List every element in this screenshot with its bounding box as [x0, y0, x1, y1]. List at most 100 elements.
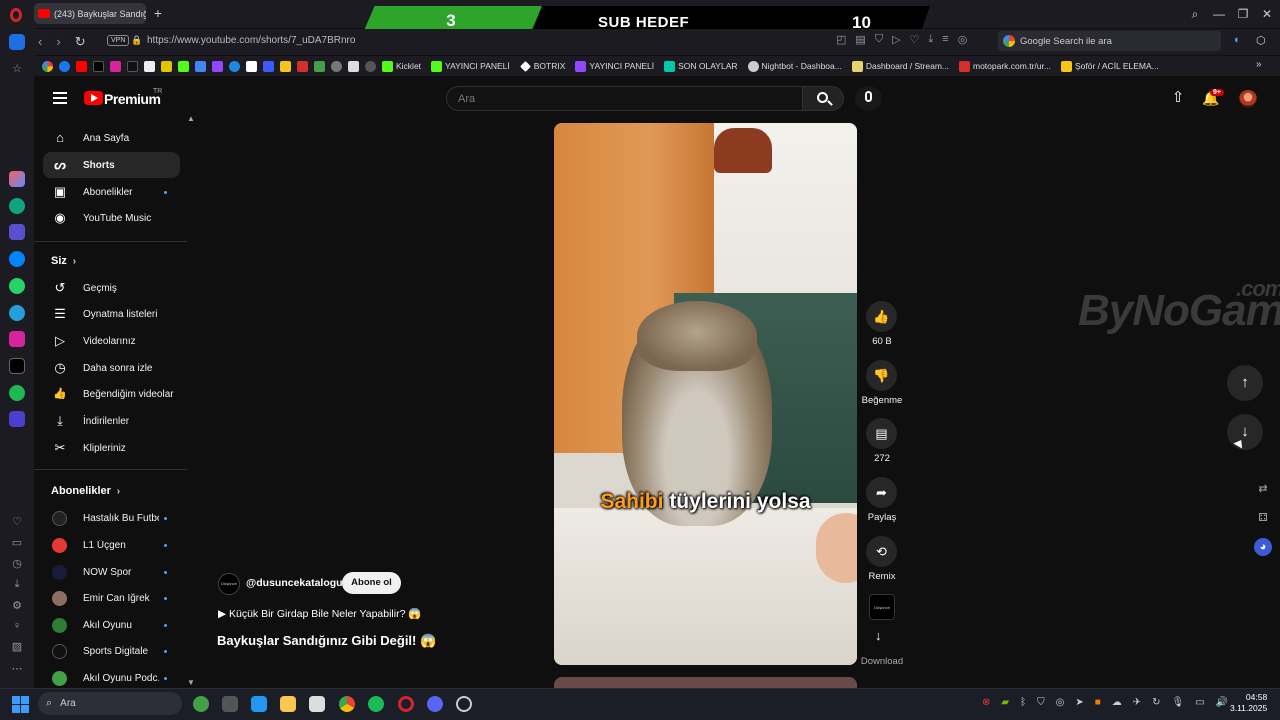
upload-icon[interactable]: ⇧: [1170, 90, 1186, 106]
opera-logo-icon[interactable]: [10, 8, 22, 22]
youtube-bookmark-icon[interactable]: [76, 60, 87, 72]
tray-steam-icon[interactable]: ◎: [1056, 697, 1065, 708]
tray-cloud-icon[interactable]: ☁: [1112, 697, 1122, 708]
bookmark-w-icon[interactable]: [246, 60, 257, 72]
youtube-premium-label[interactable]: Premium: [104, 91, 161, 107]
new-tab-button[interactable]: +: [150, 5, 166, 21]
tray-nvidia-icon[interactable]: ▰: [1001, 697, 1009, 708]
you-section-heading[interactable]: Siz ›: [51, 255, 76, 267]
aria-icon[interactable]: ◐: [1234, 34, 1241, 46]
subscription-item[interactable]: Akıl Oyunu: [43, 614, 180, 636]
forward-icon[interactable]: ›: [56, 34, 60, 50]
discord-icon[interactable]: [427, 696, 443, 712]
bookmarks-overflow-icon[interactable]: »: [1256, 59, 1262, 70]
subscription-item[interactable]: NOW Spor: [43, 561, 180, 583]
bookmark-globe-icon[interactable]: [331, 60, 342, 72]
bookmark-play-icon[interactable]: [229, 60, 240, 72]
remix-button[interactable]: ⟲: [866, 536, 897, 567]
share-button[interactable]: ➦: [866, 477, 897, 508]
tray-shield-icon[interactable]: ⛉: [1037, 697, 1045, 708]
settings-icon[interactable]: ⚙: [9, 599, 25, 612]
url-field[interactable]: https://www.youtube.com/shorts/7_uDA7BRn…: [147, 35, 355, 46]
bookmark-s-icon[interactable]: [161, 60, 172, 72]
spotify-taskbar-icon[interactable]: [368, 696, 384, 712]
bookmark-x-icon[interactable]: [144, 60, 155, 72]
copilot-icon[interactable]: [9, 224, 25, 240]
sound-source-thumbnail[interactable]: Düşünce Kataloğu: [869, 594, 895, 620]
star-icon[interactable]: ☆: [9, 62, 25, 75]
sidebar-item-history[interactable]: ↺ Geçmiş: [43, 275, 180, 301]
shield-icon[interactable]: ⛉: [875, 33, 883, 46]
taskbar-search[interactable]: ⌕ Ara: [38, 692, 182, 715]
facebook-bookmark-icon[interactable]: [59, 60, 70, 72]
player-icon[interactable]: [9, 411, 25, 427]
google-search-box[interactable]: Google Search ile ara: [998, 31, 1221, 51]
sidebar-item-clips[interactable]: ✂ Klipleriniz: [43, 435, 180, 461]
download-arrow-icon[interactable]: ↓: [875, 628, 882, 643]
avatar[interactable]: [1239, 90, 1257, 108]
heart-icon[interactable]: ♡: [910, 33, 920, 46]
sidebar-item-playlists[interactable]: ☰ Oynatma listeleri: [43, 301, 180, 327]
camera-icon[interactable]: ◰: [836, 33, 846, 46]
chrome-icon[interactable]: [339, 696, 355, 712]
subscriptions-section-heading[interactable]: Abonelikler ›: [51, 485, 120, 497]
instagram-icon[interactable]: [9, 331, 25, 347]
gallery-icon[interactable]: ▨: [9, 640, 25, 653]
reader-icon[interactable]: ▤: [855, 33, 865, 46]
message-icon[interactable]: ▭: [9, 536, 25, 549]
download-icon[interactable]: ⤓: [928, 33, 933, 46]
like-button[interactable]: 👍: [866, 301, 897, 332]
youtube-logo-icon[interactable]: [84, 91, 103, 105]
menu-icon[interactable]: ≡: [942, 33, 948, 46]
subscribe-button[interactable]: Abone ol: [342, 572, 401, 594]
browser-tab[interactable]: (243) Baykuşlar Sandığ ×: [34, 3, 146, 24]
minimize-button[interactable]: —: [1212, 7, 1226, 21]
previous-short-button[interactable]: ↑: [1227, 365, 1263, 401]
bookmark-doc-icon[interactable]: [348, 60, 359, 72]
bookmark-leaf-icon[interactable]: [314, 60, 325, 72]
messenger-icon[interactable]: [9, 251, 25, 267]
bookmark-m-icon[interactable]: [263, 60, 274, 72]
twitch-bookmark-icon[interactable]: [212, 60, 223, 72]
sidebar-item-liked[interactable]: 👍 Beğendiğim videolar: [43, 381, 180, 407]
bookmark-item[interactable]: Nightbot - Dashboa...: [747, 60, 842, 72]
short-video-player[interactable]: [554, 123, 857, 665]
telegram-icon[interactable]: [9, 305, 25, 321]
sidebar-scroll-up-icon[interactable]: ▲: [187, 114, 195, 123]
more-icon[interactable]: ⋯: [9, 662, 25, 675]
channel-avatar[interactable]: Düşünce Kataloğu: [218, 573, 240, 595]
downloads-side-icon[interactable]: ⤓: [9, 578, 25, 591]
bookmark-github-icon[interactable]: [365, 60, 376, 72]
tray-app-icon[interactable]: ■: [1095, 697, 1101, 708]
instagram-bookmark-icon[interactable]: [110, 60, 121, 72]
profile-icon[interactable]: ◎: [958, 33, 968, 46]
bookmark-item[interactable]: Dashboard / Stream...: [851, 60, 949, 72]
sidebar-item-downloads[interactable]: ⤓ İndirilenler: [43, 408, 180, 434]
sidebar-item-home[interactable]: ⌂ Ana Sayfa: [43, 125, 180, 151]
settings-grid-icon[interactable]: ⚃: [1254, 509, 1272, 527]
task-view-icon[interactable]: [222, 696, 238, 712]
tray-record-icon[interactable]: ⊗: [982, 697, 990, 708]
search-button[interactable]: [802, 86, 844, 111]
related-playlist-link[interactable]: ▶ Küçük Bir Girdap Bile Neler Yapabilir?…: [218, 607, 421, 620]
bookmark-c-icon[interactable]: [280, 60, 291, 72]
file-explorer-icon[interactable]: [280, 696, 296, 712]
channel-handle[interactable]: @dusuncekatalogu: [246, 577, 343, 589]
tray-network-icon[interactable]: ▭: [1195, 697, 1204, 708]
bookmark-item[interactable]: YAYINCI PANELİ: [575, 60, 654, 72]
sidebar-item-shorts[interactable]: ᔕ Shorts: [43, 152, 180, 178]
subscription-item[interactable]: Hastalık Bu Futbol: [43, 507, 180, 529]
translate-icon[interactable]: ⇄: [1254, 480, 1272, 498]
bookmark-item[interactable]: YAYINCI PANELİ: [431, 60, 510, 72]
subscription-item[interactable]: Emir Can İğrek: [43, 587, 180, 609]
subscription-item[interactable]: Akıl Oyunu Podc...: [43, 667, 180, 689]
search-input[interactable]: [446, 86, 803, 111]
subscription-item[interactable]: Sports Digitale: [43, 640, 180, 662]
tray-telegram-icon[interactable]: ✈: [1133, 697, 1141, 708]
lock-icon[interactable]: 🔒: [131, 35, 142, 46]
x-icon[interactable]: [9, 358, 25, 374]
taskbar-app-icon[interactable]: [193, 696, 209, 712]
close-window-button[interactable]: ✕: [1260, 7, 1274, 21]
history-clock-icon[interactable]: ◷: [9, 557, 25, 570]
home-speed-dial-icon[interactable]: [9, 34, 25, 50]
